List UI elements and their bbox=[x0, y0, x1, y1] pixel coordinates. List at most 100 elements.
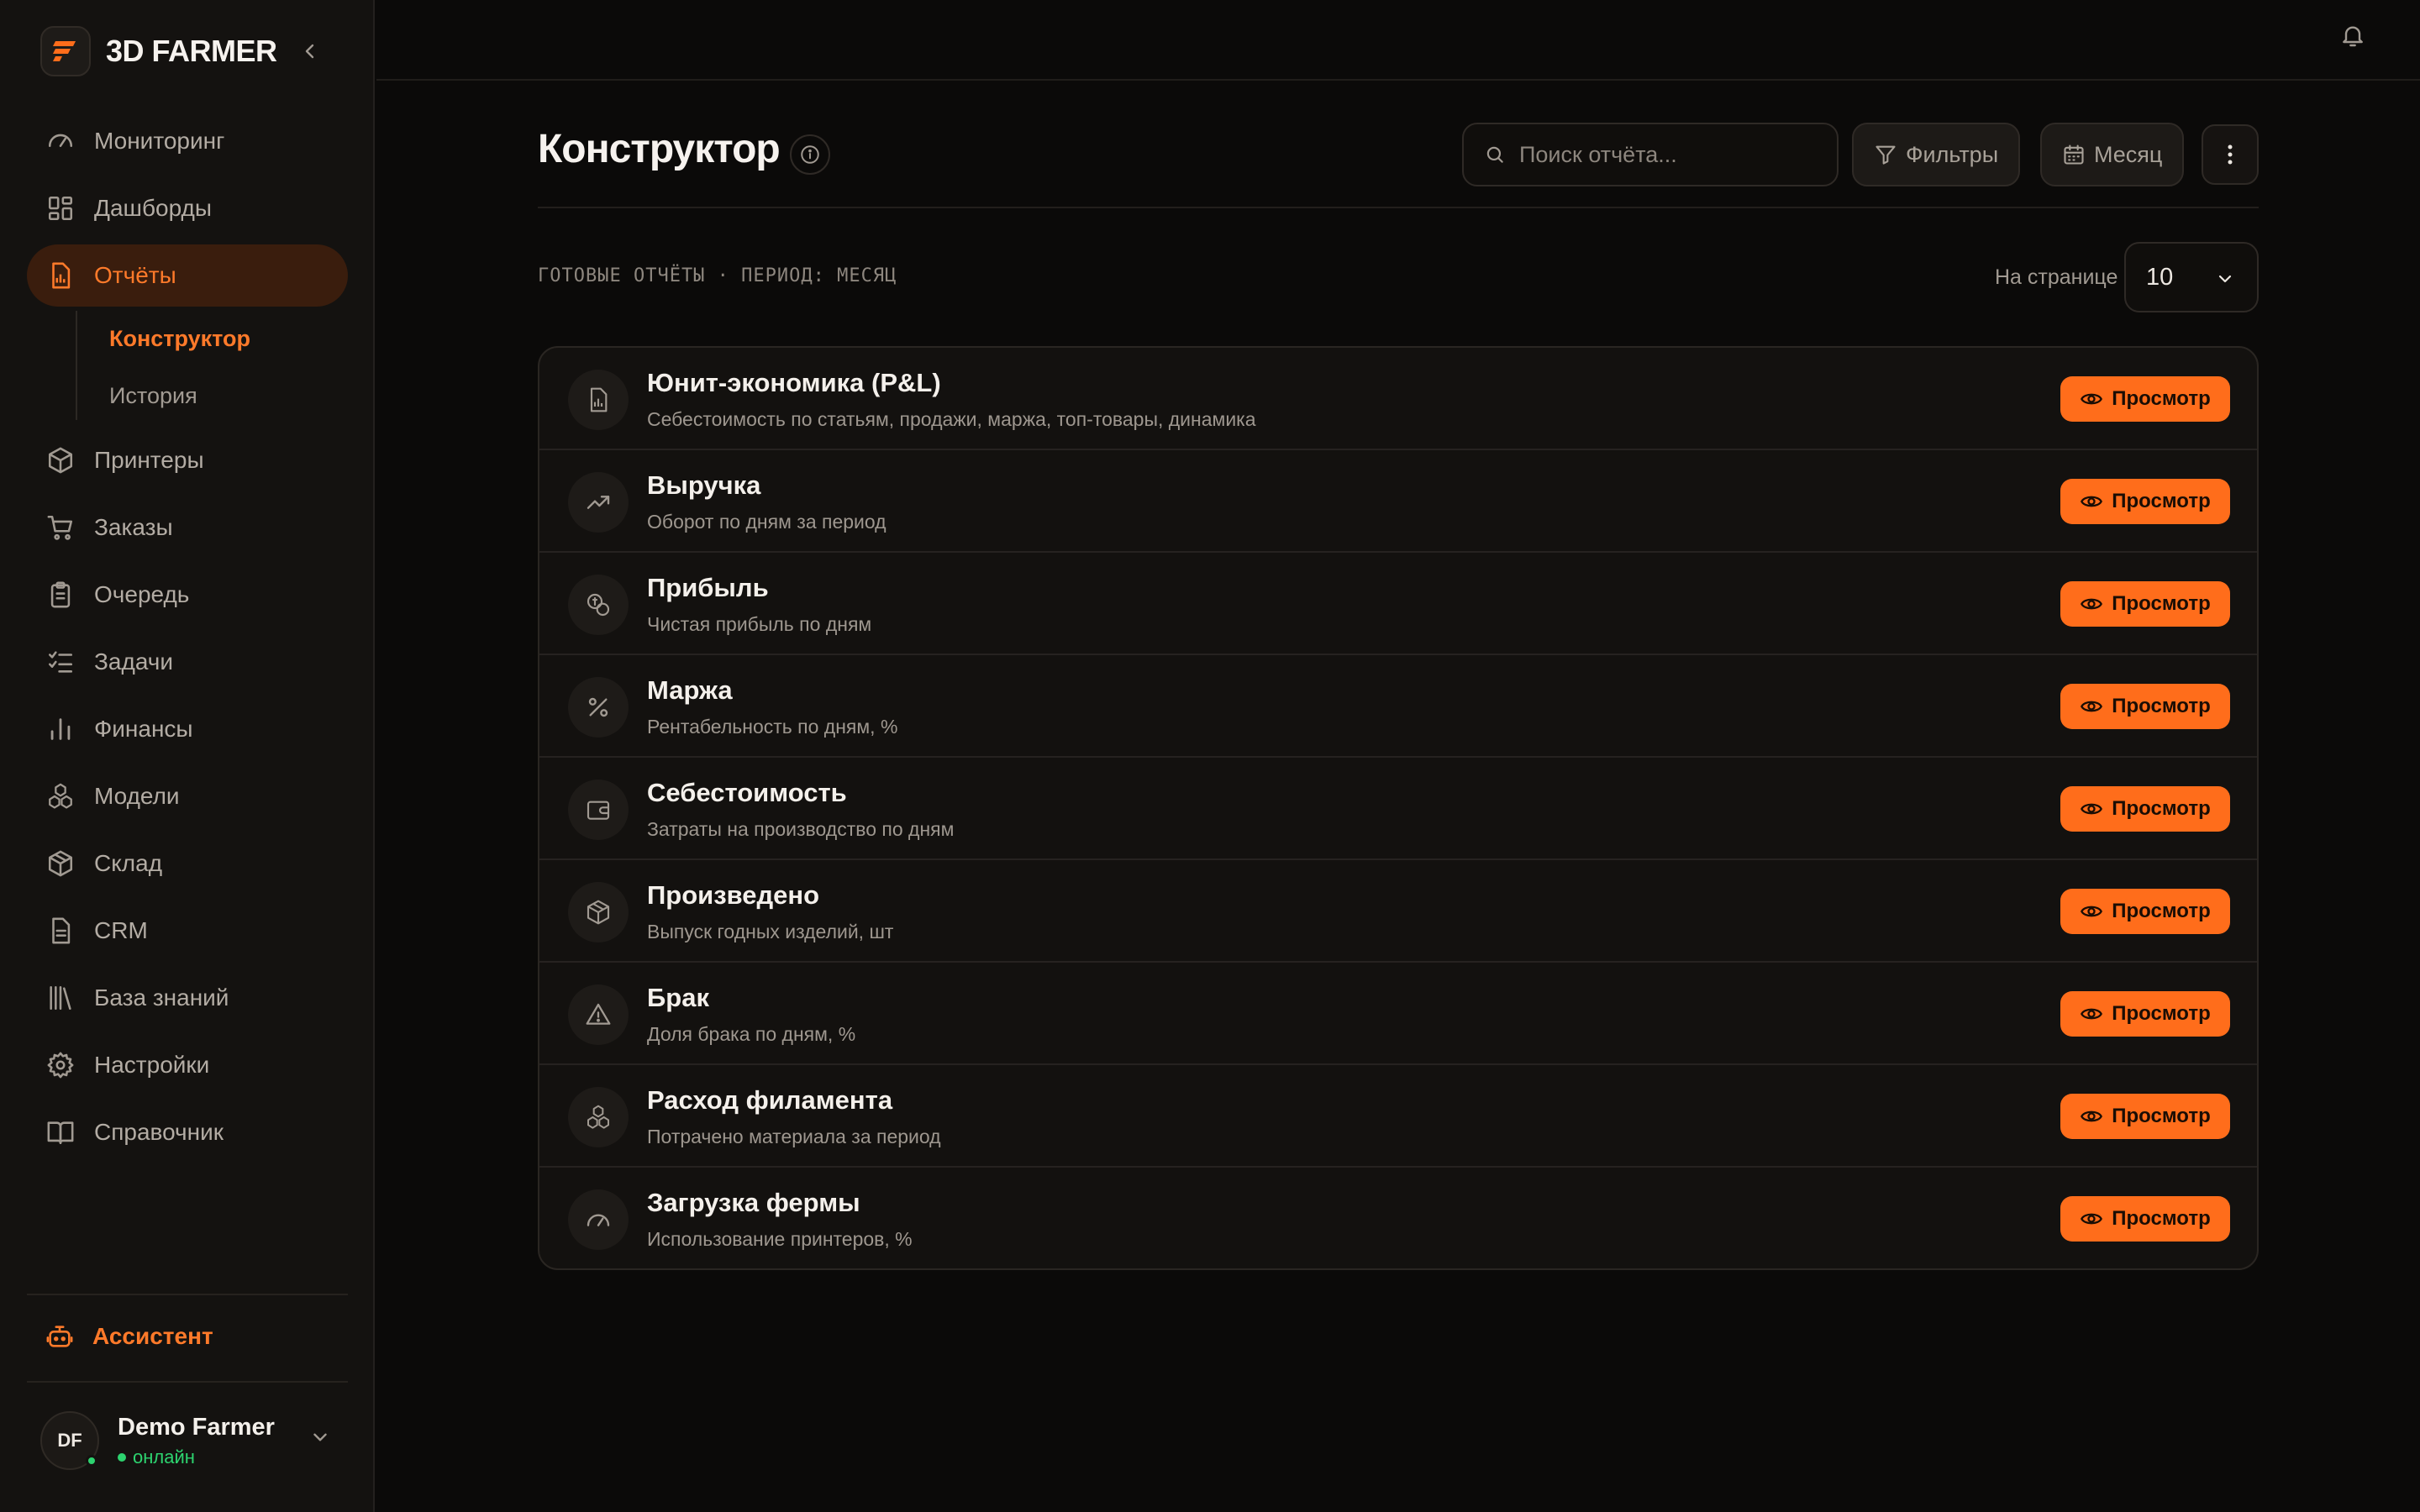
view-report-button[interactable]: Просмотр bbox=[2060, 479, 2230, 524]
dashboard-grid-icon bbox=[45, 193, 76, 223]
report-description: Доля брака по дням, % bbox=[647, 1023, 856, 1045]
sidebar-item-label: Заказы bbox=[94, 514, 173, 540]
per-page-select[interactable]: 10 bbox=[2124, 242, 2259, 312]
sidebar-subitem-history[interactable]: История bbox=[109, 383, 197, 409]
chevron-down-icon bbox=[309, 1426, 331, 1448]
sidebar-item-models[interactable]: Модели bbox=[27, 765, 348, 827]
more-options-button[interactable] bbox=[2202, 124, 2259, 185]
sidebar-item-printers[interactable]: Принтеры bbox=[27, 429, 348, 491]
trending-up-icon bbox=[568, 472, 629, 533]
section-label: ГОТОВЫЕ ОТЧЁТЫ · ПЕРИОД: МЕСЯЦ bbox=[538, 265, 897, 286]
view-button-label: Просмотр bbox=[2112, 900, 2211, 922]
collapse-sidebar-button[interactable] bbox=[296, 37, 324, 66]
online-indicator bbox=[86, 1455, 97, 1467]
report-description: Рентабельность по дням, % bbox=[647, 716, 898, 738]
sidebar-item-settings[interactable]: Настройки bbox=[27, 1034, 348, 1096]
eye-icon bbox=[2081, 598, 2103, 610]
eye-icon bbox=[2081, 803, 2103, 815]
notifications-button[interactable] bbox=[2336, 18, 2370, 52]
filters-button[interactable]: Фильтры bbox=[1852, 123, 2021, 186]
sidebar-item-label: Модели bbox=[94, 783, 180, 809]
search-input[interactable] bbox=[1519, 141, 1822, 168]
report-row[interactable]: Маржа Рентабельность по дням, % Просмотр bbox=[539, 655, 2257, 758]
sidebar-item-orders[interactable]: Заказы bbox=[27, 496, 348, 559]
avatar: DF bbox=[40, 1411, 99, 1470]
percent-icon bbox=[568, 677, 629, 738]
coins-icon bbox=[568, 575, 629, 635]
search-box[interactable] bbox=[1462, 123, 1839, 186]
view-report-button[interactable]: Просмотр bbox=[2060, 889, 2230, 934]
sidebar-item-label: Дашборды bbox=[94, 195, 212, 221]
view-report-button[interactable]: Просмотр bbox=[2060, 376, 2230, 422]
report-list: Юнит-экономика (P&L) Себестоимость по ст… bbox=[538, 346, 2259, 1270]
eye-icon bbox=[2081, 1110, 2103, 1122]
report-title: Произведено bbox=[647, 880, 820, 910]
view-report-button[interactable]: Просмотр bbox=[2060, 786, 2230, 832]
sidebar-item-label: База знаний bbox=[94, 984, 229, 1011]
sidebar-item-label: Мониторинг bbox=[94, 128, 225, 154]
view-button-label: Просмотр bbox=[2112, 387, 2211, 410]
per-page-value: 10 bbox=[2146, 263, 2174, 291]
sidebar: 3D FARMER Мониторинг Дашборды Отчёты Кон… bbox=[0, 0, 375, 1512]
sidebar-item-label: Справочник bbox=[94, 1119, 224, 1145]
report-file-icon bbox=[45, 260, 76, 291]
report-title: Брак bbox=[647, 983, 709, 1012]
view-button-label: Просмотр bbox=[2112, 797, 2211, 820]
warning-icon bbox=[568, 984, 629, 1045]
gauge-icon bbox=[568, 1189, 629, 1250]
report-row[interactable]: Прибыль Чистая прибыль по дням Просмотр bbox=[539, 553, 2257, 655]
report-row[interactable]: Выручка Оборот по дням за период Просмот… bbox=[539, 450, 2257, 553]
sidebar-item-label: Настройки bbox=[94, 1052, 210, 1078]
brand[interactable]: 3D FARMER bbox=[40, 25, 277, 77]
period-button[interactable]: Месяц bbox=[2040, 123, 2185, 186]
filters-label: Фильтры bbox=[1906, 141, 1999, 167]
sidebar-subitem-constructor[interactable]: Конструктор bbox=[109, 326, 250, 352]
clipboard-icon bbox=[45, 580, 76, 610]
sidebar-item-knowledge-base[interactable]: База знаний bbox=[27, 967, 348, 1029]
sidebar-item-warehouse[interactable]: Склад bbox=[27, 832, 348, 895]
book-open-icon bbox=[45, 1117, 76, 1147]
report-title: Загрузка фермы bbox=[647, 1188, 860, 1217]
report-row[interactable]: Брак Доля брака по дням, % Просмотр bbox=[539, 963, 2257, 1065]
info-button[interactable] bbox=[790, 134, 830, 175]
sidebar-item-crm[interactable]: CRM bbox=[27, 900, 348, 962]
view-report-button[interactable]: Просмотр bbox=[2060, 1196, 2230, 1242]
report-description: Чистая прибыль по дням bbox=[647, 613, 872, 635]
topbar bbox=[376, 0, 2420, 81]
report-description: Использование принтеров, % bbox=[647, 1228, 913, 1250]
report-description: Затраты на производство по дням bbox=[647, 818, 955, 840]
info-icon bbox=[801, 145, 819, 164]
avatar-initials: DF bbox=[57, 1430, 82, 1451]
sidebar-item-label: Очередь bbox=[94, 581, 190, 607]
report-row[interactable]: Себестоимость Затраты на производство по… bbox=[539, 758, 2257, 860]
report-row[interactable]: Произведено Выпуск годных изделий, шт Пр… bbox=[539, 860, 2257, 963]
sidebar-item-label: Финансы bbox=[94, 716, 193, 742]
view-report-button[interactable]: Просмотр bbox=[2060, 1094, 2230, 1139]
report-row[interactable]: Юнит-экономика (P&L) Себестоимость по ст… bbox=[539, 348, 2257, 450]
sidebar-item-monitoring[interactable]: Мониторинг bbox=[27, 110, 348, 172]
report-row[interactable]: Загрузка фермы Использование принтеров, … bbox=[539, 1168, 2257, 1268]
sidebar-item-finance[interactable]: Финансы bbox=[27, 698, 348, 760]
view-report-button[interactable]: Просмотр bbox=[2060, 991, 2230, 1037]
chevron-left-icon bbox=[305, 44, 314, 59]
report-row[interactable]: Расход филамента Потрачено материала за … bbox=[539, 1065, 2257, 1168]
assistant-label: Ассистент bbox=[92, 1323, 213, 1349]
document-icon bbox=[45, 916, 76, 946]
checklist-icon bbox=[45, 647, 76, 677]
user-menu[interactable]: DF Demo Farmer онлайн bbox=[40, 1411, 343, 1470]
view-report-button[interactable]: Просмотр bbox=[2060, 684, 2230, 729]
sidebar-item-reference[interactable]: Справочник bbox=[27, 1101, 348, 1163]
sidebar-item-dashboards[interactable]: Дашборды bbox=[27, 177, 348, 239]
sidebar-item-tasks[interactable]: Задачи bbox=[27, 631, 348, 693]
sidebar-divider bbox=[27, 1381, 348, 1383]
report-title: Расход филамента bbox=[647, 1085, 893, 1115]
view-button-label: Просмотр bbox=[2112, 490, 2211, 512]
assistant-button[interactable]: Ассистент bbox=[45, 1322, 213, 1351]
view-button-label: Просмотр bbox=[2112, 592, 2211, 615]
sidebar-divider bbox=[27, 1294, 348, 1295]
sidebar-item-queue[interactable]: Очередь bbox=[27, 564, 348, 626]
report-title: Юнит-экономика (P&L) bbox=[647, 368, 941, 397]
view-report-button[interactable]: Просмотр bbox=[2060, 581, 2230, 627]
eye-icon bbox=[2081, 393, 2103, 405]
sidebar-item-reports[interactable]: Отчёты bbox=[27, 244, 348, 307]
